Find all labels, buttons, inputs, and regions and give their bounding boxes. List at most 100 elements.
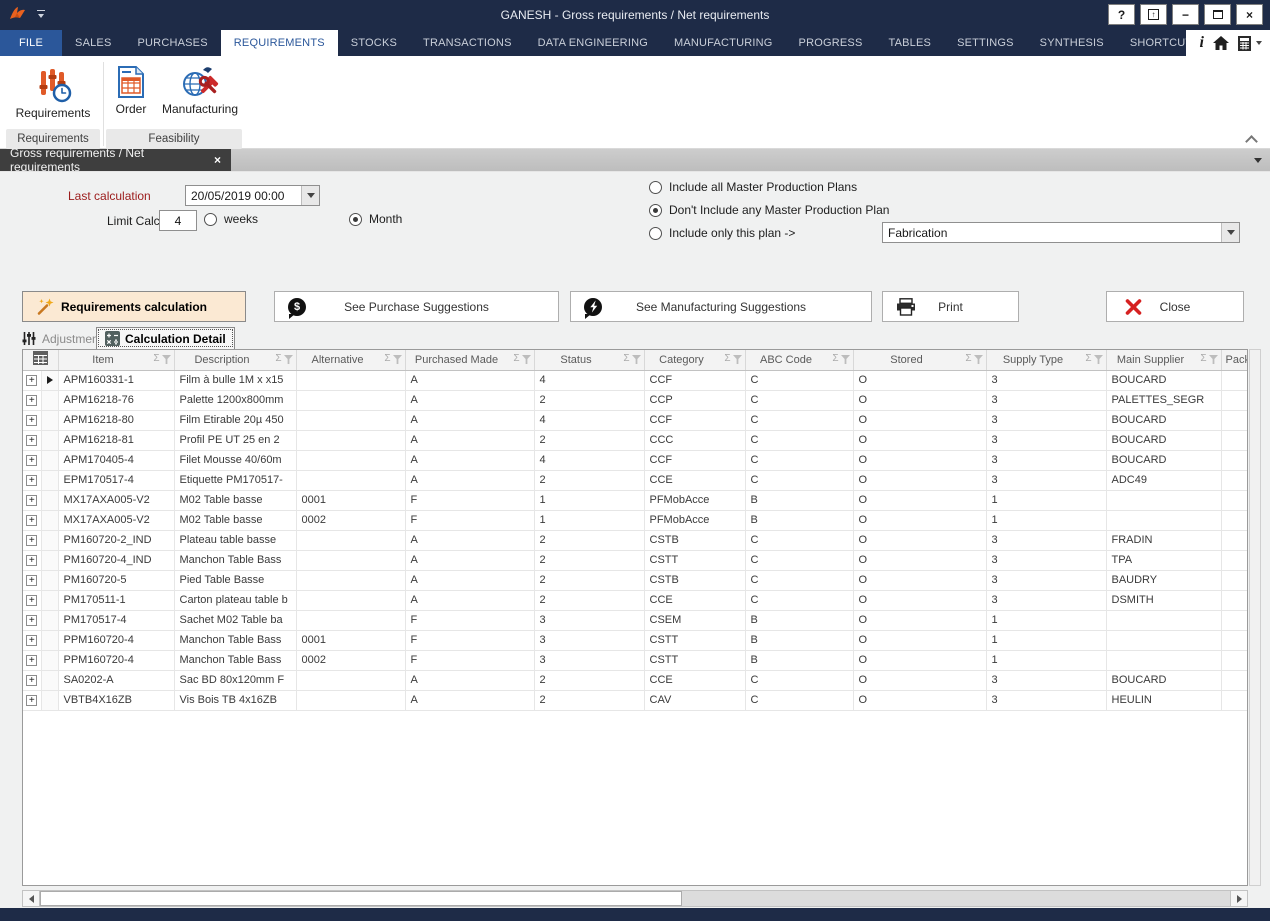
- expand-row-icon[interactable]: +: [26, 475, 37, 486]
- table-row[interactable]: +PPM160720-4Manchon Table Bass0002F3CSTT…: [23, 650, 1247, 670]
- expand-row-icon[interactable]: +: [26, 495, 37, 506]
- expand-row-icon[interactable]: +: [26, 555, 37, 566]
- tab-transactions[interactable]: TRANSACTIONS: [410, 30, 525, 56]
- tab-list-dropdown-icon[interactable]: [1254, 158, 1262, 163]
- expand-row-icon[interactable]: +: [26, 635, 37, 646]
- expand-row-icon[interactable]: +: [26, 515, 37, 526]
- maximize-button[interactable]: [1204, 4, 1231, 25]
- tab-stocks[interactable]: STOCKS: [338, 30, 410, 56]
- last-calculation-combo[interactable]: 20/05/2019 00:00: [185, 185, 320, 206]
- table-row[interactable]: +APM16218-80Film Etirable 20µ 450A4CCFCO…: [23, 410, 1247, 430]
- horizontal-scroll-track[interactable]: [682, 891, 1230, 906]
- requirements-calculation-button[interactable]: Requirements calculation: [22, 291, 246, 322]
- tab-purchases[interactable]: PURCHASES: [125, 30, 221, 56]
- sum-icon[interactable]: Σ: [384, 354, 390, 364]
- column-header-alternative[interactable]: AlternativeΣ: [296, 350, 405, 370]
- info-icon[interactable]: i: [1200, 35, 1204, 51]
- sum-icon[interactable]: Σ: [1200, 354, 1206, 364]
- radio-month[interactable]: Month: [349, 212, 402, 226]
- vertical-scrollbar[interactable]: [1249, 349, 1261, 886]
- order-button[interactable]: Order: [106, 60, 156, 126]
- filter-icon[interactable]: [1094, 355, 1103, 364]
- table-row[interactable]: +APM160331-1Film à bulle 1M x x15A4CCFCO…: [23, 370, 1247, 390]
- tab-calculation-detail[interactable]: Calculation Detail: [96, 327, 235, 349]
- table-row[interactable]: +PM160720-4_INDManchon Table BassA2CSTTC…: [23, 550, 1247, 570]
- expand-row-icon[interactable]: +: [26, 375, 37, 386]
- plan-combo-dropdown-icon[interactable]: [1221, 223, 1239, 242]
- filter-icon[interactable]: [841, 355, 850, 364]
- table-row[interactable]: +PM160720-2_INDPlateau table basseA2CSTB…: [23, 530, 1247, 550]
- tab-requirements[interactable]: REQUIREMENTS: [221, 30, 338, 56]
- column-header-purchased-made[interactable]: Purchased MadeΣ: [405, 350, 534, 370]
- radio-include-all-plans[interactable]: Include all Master Production Plans: [649, 180, 857, 194]
- filter-icon[interactable]: [284, 355, 293, 364]
- column-header-status[interactable]: StatusΣ: [534, 350, 644, 370]
- minimize-button[interactable]: −: [1172, 4, 1199, 25]
- expand-row-icon[interactable]: +: [26, 575, 37, 586]
- column-header-stored[interactable]: StoredΣ: [853, 350, 986, 370]
- tab-settings[interactable]: SETTINGS: [944, 30, 1027, 56]
- table-row[interactable]: +EPM170517-4Etiquette PM170517-A2CCECO3A…: [23, 470, 1247, 490]
- column-header-item[interactable]: ItemΣ: [58, 350, 174, 370]
- popout-button[interactable]: ↑: [1140, 4, 1167, 25]
- filter-icon[interactable]: [733, 355, 742, 364]
- column-header-supply-type[interactable]: Supply TypeΣ: [986, 350, 1106, 370]
- tab-data-engineering[interactable]: DATA ENGINEERING: [525, 30, 661, 56]
- see-manufacturing-suggestions-button[interactable]: See Manufacturing Suggestions: [570, 291, 872, 322]
- column-header-pack[interactable]: Pack: [1221, 350, 1247, 370]
- expand-row-icon[interactable]: +: [26, 455, 37, 466]
- tab-sales[interactable]: SALES: [62, 30, 124, 56]
- calculator-dropdown-icon[interactable]: [1256, 41, 1262, 45]
- home-icon[interactable]: [1213, 36, 1229, 50]
- sum-icon[interactable]: Σ: [275, 354, 281, 364]
- sum-icon[interactable]: Σ: [724, 354, 730, 364]
- expand-row-icon[interactable]: +: [26, 695, 37, 706]
- table-row[interactable]: +VBTB4X16ZBVis Bois TB 4x16ZBA2CAVCO3HEU…: [23, 690, 1247, 710]
- expand-row-icon[interactable]: +: [26, 435, 37, 446]
- filter-icon[interactable]: [162, 355, 171, 364]
- sum-icon[interactable]: Σ: [623, 354, 629, 364]
- document-tab[interactable]: Gross requirements / Net requirements ×: [0, 149, 231, 171]
- table-row[interactable]: +PPM160720-4Manchon Table Bass0001F3CSTT…: [23, 630, 1247, 650]
- radio-only-this-plan[interactable]: Include only this plan ->: [649, 226, 795, 240]
- sum-icon[interactable]: Σ: [513, 354, 519, 364]
- table-row[interactable]: +APM170405-4Filet Mousse 40/60mA4CCFCO3B…: [23, 450, 1247, 470]
- column-header-description[interactable]: DescriptionΣ: [174, 350, 296, 370]
- filter-icon[interactable]: [974, 355, 983, 364]
- document-tab-close-icon[interactable]: ×: [214, 153, 221, 167]
- scroll-left-button[interactable]: [23, 891, 40, 906]
- table-row[interactable]: +PM170511-1Carton plateau table bA2CCECO…: [23, 590, 1247, 610]
- sum-icon[interactable]: Σ: [153, 354, 159, 364]
- limit-calc-input[interactable]: [159, 210, 197, 231]
- table-corner-icon[interactable]: [33, 351, 48, 365]
- table-row[interactable]: +PM160720-5Pied Table BasseA2CSTBCO3BAUD…: [23, 570, 1247, 590]
- see-purchase-suggestions-button[interactable]: $ See Purchase Suggestions: [274, 291, 559, 322]
- horizontal-scroll-thumb[interactable]: [40, 891, 682, 906]
- tab-manufacturing[interactable]: MANUFACTURING: [661, 30, 786, 56]
- table-row[interactable]: +SA0202-ASac BD 80x120mm FA2CCECO3BOUCAR…: [23, 670, 1247, 690]
- expand-row-icon[interactable]: +: [26, 655, 37, 666]
- expand-row-icon[interactable]: +: [26, 395, 37, 406]
- radio-no-plans[interactable]: Don't Include any Master Production Plan: [649, 203, 889, 217]
- tab-tables[interactable]: TABLES: [875, 30, 944, 56]
- tab-file[interactable]: FILE: [0, 30, 62, 56]
- expand-row-icon[interactable]: +: [26, 535, 37, 546]
- column-header-category[interactable]: CategoryΣ: [644, 350, 745, 370]
- print-button[interactable]: Print: [882, 291, 1019, 322]
- expand-row-icon[interactable]: +: [26, 615, 37, 626]
- plan-combo[interactable]: Fabrication: [882, 222, 1240, 243]
- sum-icon[interactable]: Σ: [965, 354, 971, 364]
- table-row[interactable]: +PM170517-4Sachet M02 Table baF3CSEMBO1: [23, 610, 1247, 630]
- table-row[interactable]: +APM16218-81Profil PE UT 25 en 2A2CCCCO3…: [23, 430, 1247, 450]
- expand-row-icon[interactable]: +: [26, 415, 37, 426]
- sum-icon[interactable]: Σ: [1085, 354, 1091, 364]
- tab-progress[interactable]: PROGRESS: [786, 30, 876, 56]
- sum-icon[interactable]: Σ: [832, 354, 838, 364]
- filter-icon[interactable]: [632, 355, 641, 364]
- table-row[interactable]: +MX17AXA005-V2M02 Table basse0001F1PFMob…: [23, 490, 1247, 510]
- expand-row-icon[interactable]: +: [26, 595, 37, 606]
- filter-icon[interactable]: [393, 355, 402, 364]
- help-button[interactable]: ?: [1108, 4, 1135, 25]
- requirements-button[interactable]: Requirements: [8, 60, 98, 126]
- table-row[interactable]: +MX17AXA005-V2M02 Table basse0002F1PFMob…: [23, 510, 1247, 530]
